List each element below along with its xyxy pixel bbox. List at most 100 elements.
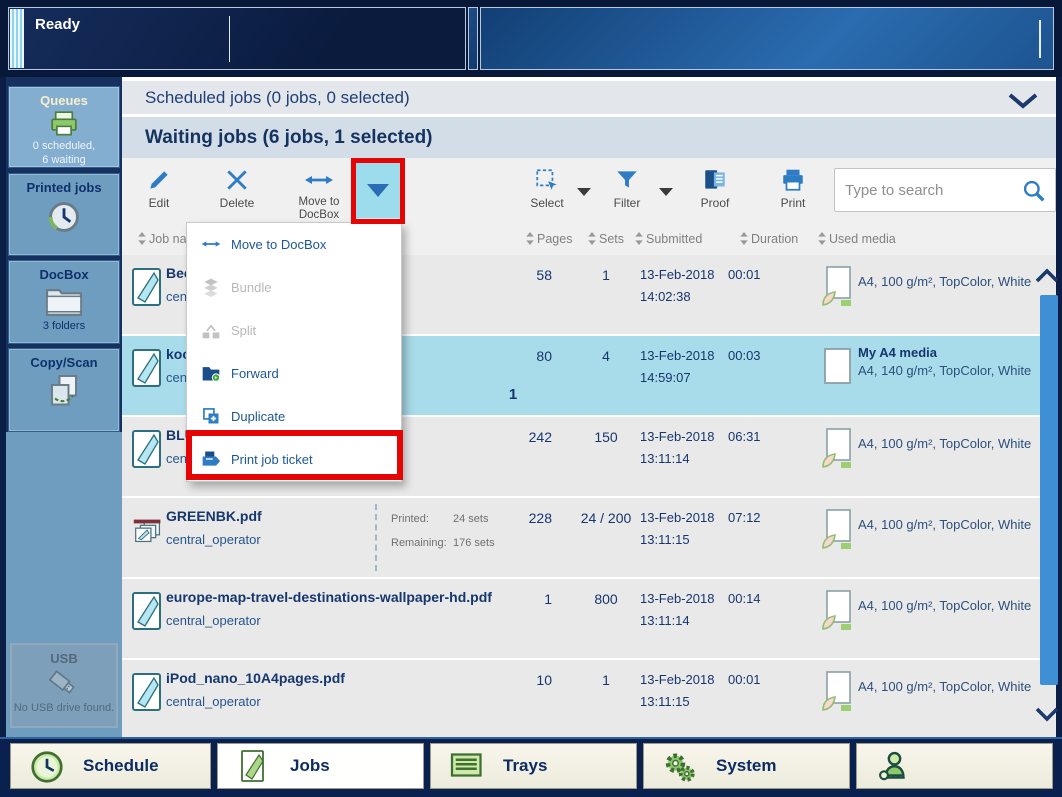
scheduled-jobs-header[interactable]: Scheduled jobs (0 jobs, 0 selected) [122, 81, 1056, 114]
select-label: Select [530, 196, 563, 210]
docbox-count: 3 folders [9, 319, 119, 333]
job-submitted-date: 13-Feb-2018 [640, 510, 714, 525]
job-sets: 1 [574, 267, 638, 283]
menu-item-move-to-docbox[interactable]: Move to DocBox [187, 223, 401, 266]
scroll-up-icon[interactable] [1034, 263, 1060, 289]
job-owner: central_operator [166, 532, 261, 547]
tab-trays[interactable]: Trays [430, 743, 637, 789]
job-media: My A4 media A4, 140 g/m², TopColor, Whit… [858, 344, 1031, 380]
job-row[interactable]: iPod_nano_10A4pages.pdf central_operator… [122, 660, 1056, 739]
duplicate-icon [201, 406, 221, 426]
printer-status-panel: Ready [8, 7, 466, 70]
tab-jobs[interactable]: Jobs [217, 743, 424, 789]
copy-scan-label: Copy/Scan [9, 355, 119, 370]
delete-label: Delete [220, 196, 255, 210]
sidebar-item-printed-jobs[interactable]: Printed jobs [8, 173, 120, 256]
print-button[interactable]: Print [770, 166, 816, 210]
sort-icon [818, 232, 826, 245]
media-plain-icon [820, 346, 854, 390]
job-row[interactable]: GREENBK.pdf central_operator Printed: 24… [122, 498, 1056, 577]
job-submitted-time: 14:59:07 [640, 370, 691, 385]
edit-label: Edit [149, 196, 170, 210]
menu-item-forward[interactable]: Forward [187, 352, 401, 395]
select-marquee-icon [534, 166, 560, 194]
split-icon [201, 320, 221, 340]
job-media: A4, 100 g/m², TopColor, White [858, 678, 1031, 696]
job-duration: 07:12 [728, 510, 761, 525]
sort-icon [740, 232, 748, 245]
printed-jobs-label: Printed jobs [9, 180, 119, 195]
scrollbar-thumb[interactable] [1040, 295, 1058, 685]
job-sets: 800 [574, 591, 638, 607]
delete-button[interactable]: Delete [214, 166, 260, 210]
bundle-icon [201, 277, 221, 297]
job-submitted-date: 13-Feb-2018 [640, 672, 714, 687]
tab-schedule[interactable]: Schedule [10, 743, 211, 789]
job-owner: central_operator [166, 694, 261, 709]
selection-order: 1 [502, 386, 524, 403]
job-submitted-time: 14:02:38 [640, 289, 691, 304]
sort-icon [138, 232, 146, 245]
edit-button[interactable]: Edit [136, 166, 182, 210]
timeline-marker [1039, 20, 1041, 58]
filter-button[interactable]: Filter [604, 166, 650, 210]
menu-item-label: Forward [231, 352, 279, 395]
job-submitted-date: 13-Feb-2018 [640, 348, 714, 363]
sidebar-item-queues[interactable]: Queues 0 scheduled, 6 waiting [8, 86, 120, 168]
menu-item-label: Split [231, 309, 256, 352]
waiting-jobs-header[interactable]: Waiting jobs (6 jobs, 1 selected) [122, 117, 1056, 158]
forward-icon [201, 363, 221, 383]
job-row[interactable]: europe-map-travel-destinations-wallpaper… [122, 579, 1056, 658]
printer-status-text: Ready [35, 16, 80, 33]
select-caret-icon[interactable] [577, 188, 591, 196]
job-media: A4, 100 g/m², TopColor, White [858, 435, 1031, 453]
sidebar-item-docbox[interactable]: DocBox 3 folders [8, 260, 120, 344]
job-submitted-time: 13:11:15 [640, 694, 690, 709]
media-description: A4, 100 g/m², TopColor, White [858, 678, 1031, 696]
job-submitted-time: 13:11:14 [640, 613, 690, 628]
job-sets: 1 [574, 672, 638, 688]
job-name: europe-map-travel-destinations-wallpaper… [166, 589, 492, 605]
sidebar-item-usb: USB No USB drive found. [10, 643, 118, 728]
move-arrows-icon [304, 166, 334, 194]
column-header-duration[interactable]: Duration [740, 232, 798, 246]
bottom-tab-bar: Schedule Jobs Trays System [0, 737, 1062, 797]
menu-item-bundle: Bundle [187, 266, 401, 309]
media-description: A4, 100 g/m², TopColor, White [858, 435, 1031, 453]
job-pages: 10 [484, 672, 552, 688]
search-input[interactable] [843, 170, 1013, 210]
folder-icon [44, 285, 84, 317]
column-header-sets[interactable]: Sets [588, 232, 624, 246]
chevron-down-icon[interactable] [1008, 93, 1038, 109]
login-button[interactable] [856, 743, 1053, 789]
column-header-used-media[interactable]: Used media [818, 232, 896, 246]
job-media: A4, 100 g/m², TopColor, White [858, 516, 1031, 534]
filter-caret-icon[interactable] [659, 188, 673, 196]
annotation-red-box-print-job-ticket [186, 430, 403, 480]
trays-icon [449, 749, 485, 785]
menu-item-label: Move to DocBox [231, 223, 326, 266]
printer-icon [49, 111, 79, 137]
media-eco-icon [820, 427, 854, 471]
job-name: iPod_nano_10A4pages.pdf [166, 670, 345, 686]
annotation-red-box-dropdown [351, 158, 405, 224]
media-eco-icon [820, 670, 854, 714]
history-clock-icon [45, 198, 83, 236]
move-to-docbox-button[interactable]: Move to DocBox [284, 166, 354, 222]
proof-button[interactable]: Proof [692, 166, 738, 210]
status-divider [229, 16, 230, 62]
job-pages: 1 [484, 591, 552, 607]
queues-count-line2: 6 waiting [9, 153, 119, 167]
media-eco-icon [820, 589, 854, 633]
sidebar-item-copy-scan[interactable]: Copy/Scan [8, 348, 120, 432]
docbox-label: DocBox [9, 267, 119, 282]
select-button[interactable]: Select [522, 166, 572, 210]
status-mid-strip [468, 7, 478, 70]
job-submitted-time: 13:11:15 [640, 532, 690, 547]
column-header-pages[interactable]: Pages [526, 232, 572, 246]
column-header-submitted[interactable]: Submitted [635, 232, 702, 246]
search-magnifier-icon[interactable] [1021, 178, 1047, 204]
tab-system[interactable]: System [643, 743, 850, 789]
usb-status: No USB drive found. [12, 701, 116, 715]
scroll-down-icon[interactable] [1034, 700, 1060, 728]
